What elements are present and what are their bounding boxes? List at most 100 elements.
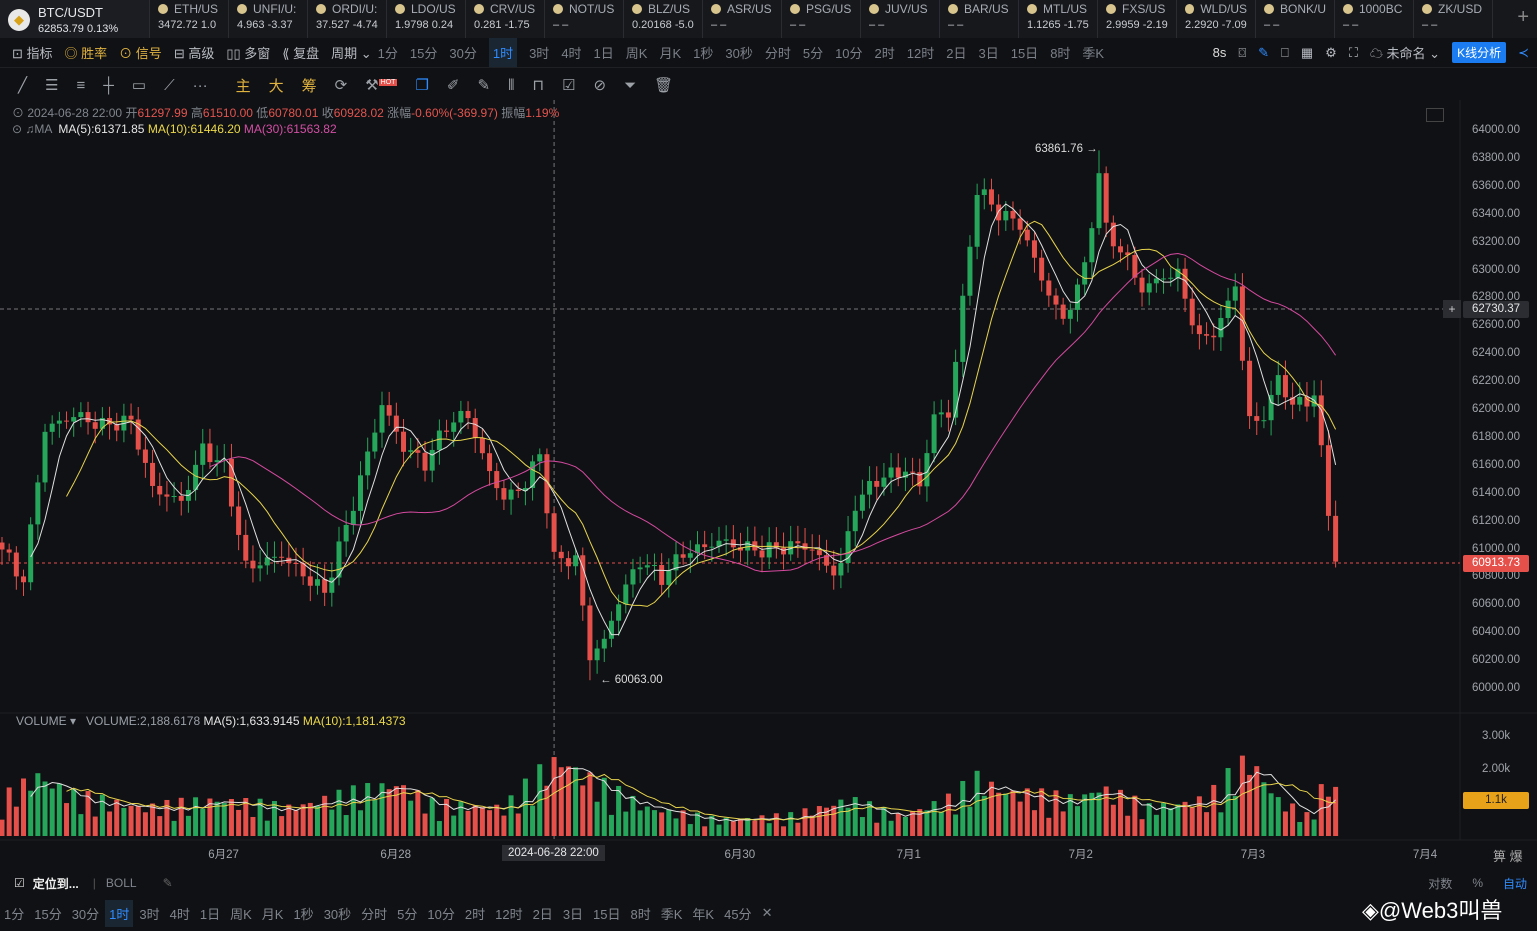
candle-body bbox=[501, 488, 507, 500]
candle-body bbox=[49, 423, 55, 432]
bottom-bar: ☑ 定位到... | BOLL ✎ 对数 % 自动 bbox=[14, 875, 1527, 892]
axis-settings[interactable]: 箅 爆 bbox=[1493, 846, 1523, 865]
candle-body bbox=[666, 570, 672, 585]
high-label: 高 bbox=[190, 106, 203, 120]
bottom-period-11[interactable]: 分时 bbox=[357, 900, 391, 927]
bottom-period-12[interactable]: 5分 bbox=[393, 900, 421, 927]
price-tick: 61400.00 bbox=[1472, 486, 1520, 499]
volume-bar bbox=[1053, 790, 1059, 836]
price-tick: 63000.00 bbox=[1472, 263, 1520, 276]
volume-bar bbox=[1024, 788, 1030, 836]
locate-button[interactable]: 定位到... bbox=[33, 875, 79, 892]
candle-body bbox=[307, 576, 313, 586]
bottom-period-10[interactable]: 30秒 bbox=[320, 900, 355, 927]
bottom-period-15[interactable]: 12时 bbox=[491, 900, 526, 927]
bottom-period-20[interactable]: 季K bbox=[657, 900, 687, 927]
bottom-period-9[interactable]: 1秒 bbox=[289, 900, 317, 927]
volume-bar bbox=[852, 797, 858, 836]
collapse-icon[interactable]: ⊙ bbox=[12, 122, 22, 136]
candle-body bbox=[444, 430, 450, 432]
candle-body bbox=[200, 443, 206, 465]
volume-value: VOLUME:2,188.6178 bbox=[86, 714, 201, 728]
candle-body bbox=[243, 534, 249, 561]
expand-icon[interactable] bbox=[1426, 108, 1444, 122]
date-tick: 7月3 bbox=[1240, 849, 1266, 861]
bottom-period-19[interactable]: 8时 bbox=[627, 900, 655, 927]
bottom-period-3[interactable]: 1时 bbox=[105, 899, 134, 927]
volume-bar bbox=[1003, 793, 1009, 836]
bottom-period-18[interactable]: 15日 bbox=[589, 900, 624, 927]
price-tick: 63600.00 bbox=[1472, 179, 1520, 192]
volume-bar bbox=[114, 799, 120, 836]
candle-body bbox=[831, 565, 837, 576]
volume-bar bbox=[142, 812, 148, 836]
percent-scale-button[interactable]: % bbox=[1472, 876, 1483, 890]
add-alert-icon[interactable]: + bbox=[1443, 300, 1461, 318]
bottom-period-16[interactable]: 2日 bbox=[529, 900, 557, 927]
auto-scale-button[interactable]: 自动 bbox=[1503, 875, 1527, 892]
candle-body bbox=[1161, 278, 1167, 280]
volume-bar bbox=[1075, 806, 1080, 836]
bottom-period-2[interactable]: 30分 bbox=[68, 900, 103, 927]
close-icon[interactable]: ✕ bbox=[758, 901, 777, 925]
volume-bar bbox=[522, 778, 528, 836]
volume-bar bbox=[1110, 804, 1116, 836]
candle-body bbox=[1089, 228, 1095, 263]
price-tick: 60000.00 bbox=[1472, 682, 1520, 694]
bottom-period-0[interactable]: 1分 bbox=[0, 900, 28, 927]
bottom-period-8[interactable]: 月K bbox=[258, 900, 288, 927]
volume-bar bbox=[809, 815, 815, 836]
volume-bar bbox=[178, 797, 184, 836]
ma5-line bbox=[30, 203, 1337, 636]
candle-body bbox=[13, 552, 19, 577]
volume-bar bbox=[924, 810, 930, 836]
edit-icon[interactable]: ✎ bbox=[163, 876, 173, 890]
volume-bar bbox=[185, 815, 191, 836]
candle-body bbox=[1139, 277, 1145, 293]
candle-body bbox=[974, 194, 980, 247]
boll-indicator[interactable]: BOLL bbox=[106, 876, 137, 890]
volume-bar bbox=[1275, 797, 1281, 836]
bottom-period-4[interactable]: 3时 bbox=[135, 900, 163, 927]
volume-bar bbox=[128, 805, 134, 836]
volume-bar bbox=[157, 816, 163, 836]
candle-body bbox=[1196, 325, 1202, 335]
bottom-period-5[interactable]: 4时 bbox=[166, 900, 194, 927]
ma10-line bbox=[66, 220, 1337, 607]
candle-body bbox=[429, 449, 435, 471]
candle-body bbox=[250, 560, 256, 569]
price-chart[interactable] bbox=[0, 0, 1537, 931]
volume-bar bbox=[859, 817, 865, 836]
bottom-period-17[interactable]: 3日 bbox=[559, 900, 587, 927]
candle-body bbox=[1103, 173, 1109, 223]
calendar-icon[interactable]: ☑ bbox=[14, 876, 25, 890]
candle-body bbox=[164, 494, 170, 497]
volume-bar bbox=[21, 778, 27, 836]
bottom-period-7[interactable]: 周K bbox=[226, 900, 256, 927]
candle-body bbox=[551, 513, 557, 552]
bottom-period-22[interactable]: 45分 bbox=[720, 900, 755, 927]
price-tick: 61000.00 bbox=[1472, 542, 1520, 555]
candle-body bbox=[1039, 257, 1045, 281]
bottom-period-13[interactable]: 10分 bbox=[423, 900, 458, 927]
volume-bar bbox=[1247, 774, 1253, 836]
collapse-icon[interactable]: ⊙ bbox=[12, 106, 24, 120]
volume-bar bbox=[1196, 796, 1202, 836]
candle-body bbox=[293, 562, 299, 564]
volume-bar bbox=[236, 809, 242, 836]
bottom-period-21[interactable]: 年K bbox=[688, 900, 718, 927]
low-label: 低 bbox=[256, 106, 269, 120]
bottom-period-14[interactable]: 2时 bbox=[461, 900, 489, 927]
volume-bar bbox=[795, 822, 801, 836]
candle-body bbox=[881, 477, 887, 487]
volume-bar bbox=[372, 799, 378, 836]
candle-body bbox=[21, 576, 27, 583]
low-value: 60780.01 bbox=[268, 106, 319, 120]
volume-bar bbox=[623, 811, 629, 836]
bottom-period-6[interactable]: 1日 bbox=[196, 900, 224, 927]
candle-body bbox=[537, 454, 543, 462]
log-scale-button[interactable]: 对数 bbox=[1428, 875, 1452, 892]
volume-bar bbox=[271, 801, 277, 836]
bottom-period-1[interactable]: 15分 bbox=[30, 900, 65, 927]
candle-body bbox=[1225, 300, 1231, 318]
